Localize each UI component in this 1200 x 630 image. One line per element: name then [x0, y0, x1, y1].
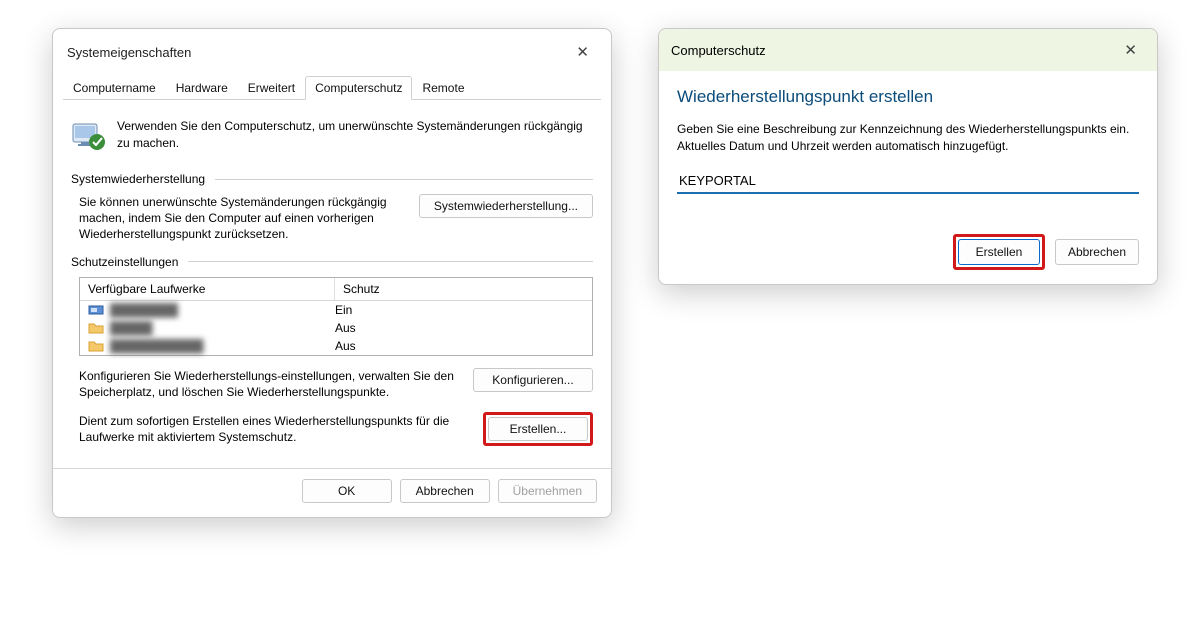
- create-button[interactable]: Erstellen: [958, 239, 1040, 265]
- tab-hardware[interactable]: Hardware: [166, 76, 238, 100]
- apply-button: Übernehmen: [498, 479, 597, 503]
- intro-row: Verwenden Sie den Computerschutz, um une…: [71, 118, 593, 154]
- drive-name: ███████████: [110, 339, 204, 353]
- protection-status: Ein: [335, 303, 584, 317]
- drive-name: ████████: [110, 303, 178, 317]
- dialog-description: Geben Sie eine Beschreibung zur Kennzeic…: [677, 121, 1139, 155]
- shield-monitor-icon: [71, 118, 107, 154]
- protection-status: Aus: [335, 339, 584, 353]
- create-description: Dient zum sofortigen Erstellen eines Wie…: [79, 413, 471, 445]
- table-row[interactable]: ████████ Ein: [80, 301, 592, 319]
- restore-point-name-input[interactable]: [677, 169, 1139, 194]
- configure-button[interactable]: Konfigurieren...: [473, 368, 593, 392]
- col-drives: Verfügbare Laufwerke: [80, 278, 335, 300]
- window-title: Systemeigenschaften: [67, 45, 191, 60]
- section-title: Systemwiederherstellung: [71, 172, 205, 186]
- dialog-buttons: Erstellen Abbrechen: [677, 234, 1139, 270]
- cancel-button[interactable]: Abbrechen: [400, 479, 490, 503]
- table-row[interactable]: ███████████ Aus: [80, 337, 592, 355]
- section-schutzeinstellungen: Schutzeinstellungen: [71, 255, 593, 269]
- tab-computerschutz[interactable]: Computerschutz: [305, 76, 412, 100]
- titlebar: Systemeigenschaften ✕: [53, 29, 611, 75]
- titlebar: Computerschutz ✕: [659, 29, 1157, 71]
- drive-name: █████: [110, 321, 153, 335]
- col-protection: Schutz: [335, 278, 592, 300]
- drives-table: Verfügbare Laufwerke Schutz ████████ Ein…: [79, 277, 593, 356]
- dialog-heading: Wiederherstellungspunkt erstellen: [677, 87, 1139, 107]
- folder-icon: [88, 339, 104, 353]
- tabs: Computername Hardware Erweitert Computer…: [63, 75, 601, 100]
- ok-button[interactable]: OK: [302, 479, 392, 503]
- intro-text: Verwenden Sie den Computerschutz, um une…: [117, 118, 593, 152]
- dialog-footer: OK Abbrechen Übernehmen: [53, 469, 611, 517]
- divider: [188, 261, 593, 262]
- table-header: Verfügbare Laufwerke Schutz: [80, 278, 592, 301]
- tab-erweitert[interactable]: Erweitert: [238, 76, 305, 100]
- tab-remote[interactable]: Remote: [412, 76, 474, 100]
- section-systemwiederherstellung: Systemwiederherstellung: [71, 172, 593, 186]
- highlight-box: Erstellen...: [483, 412, 593, 446]
- table-row[interactable]: █████ Aus: [80, 319, 592, 337]
- window-title: Computerschutz: [671, 43, 766, 58]
- create-restore-point-dialog: Computerschutz ✕ Wiederherstellungspunkt…: [658, 28, 1158, 285]
- cancel-button[interactable]: Abbrechen: [1055, 239, 1139, 265]
- system-restore-button[interactable]: Systemwiederherstellung...: [419, 194, 593, 218]
- system-properties-dialog: Systemeigenschaften ✕ Computername Hardw…: [52, 28, 612, 518]
- tab-content: Verwenden Sie den Computerschutz, um une…: [53, 100, 611, 468]
- tab-computername[interactable]: Computername: [63, 76, 166, 100]
- restore-description: Sie können unerwünschte Systemänderungen…: [71, 194, 407, 243]
- close-icon[interactable]: ✕: [1116, 37, 1145, 63]
- create-restore-point-button[interactable]: Erstellen...: [488, 417, 588, 441]
- disk-icon: [88, 303, 104, 317]
- divider: [215, 179, 593, 180]
- configure-description: Konfigurieren Sie Wiederherstellungs-ein…: [79, 368, 461, 400]
- protection-status: Aus: [335, 321, 584, 335]
- folder-icon: [88, 321, 104, 335]
- close-icon[interactable]: ✕: [568, 39, 597, 65]
- highlight-box: Erstellen: [953, 234, 1045, 270]
- section-title: Schutzeinstellungen: [71, 255, 178, 269]
